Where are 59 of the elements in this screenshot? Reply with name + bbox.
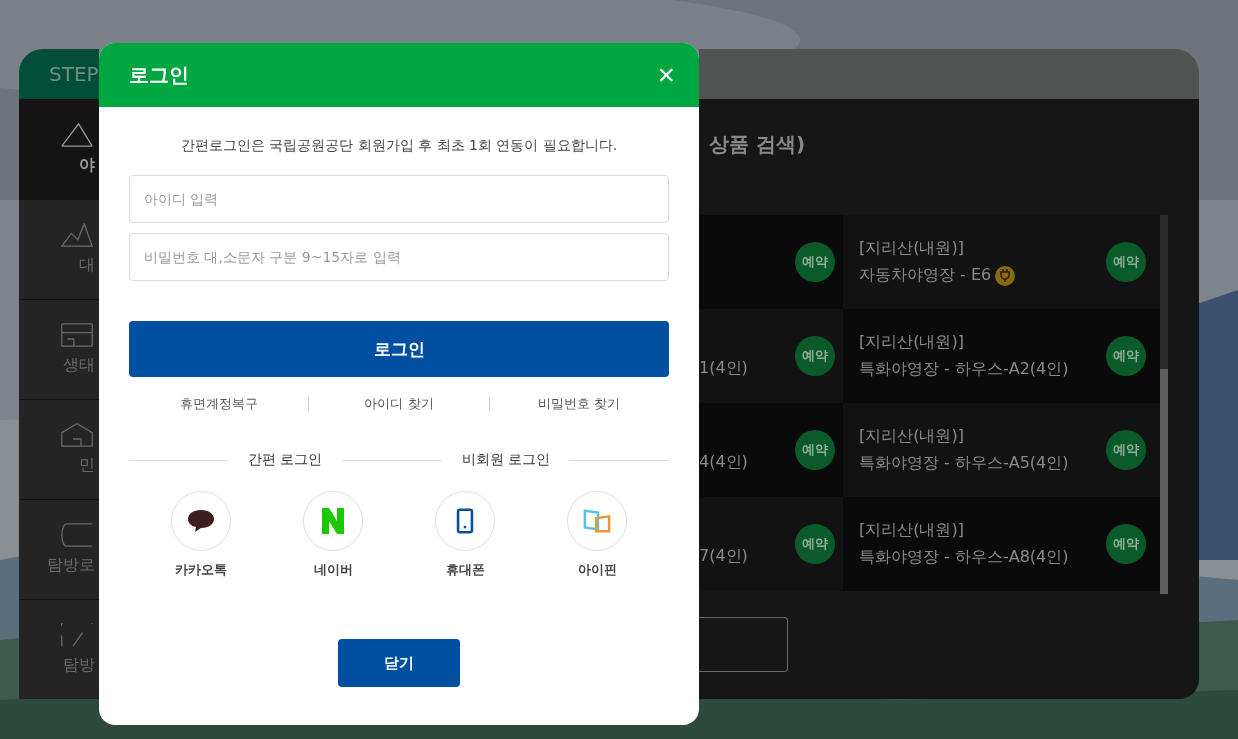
reserve-button[interactable]: 예약 bbox=[795, 524, 835, 564]
park-name: [지리산(내원)] bbox=[859, 238, 965, 259]
park-name: [지리산(내원)] bbox=[859, 426, 965, 447]
window-pair-icon bbox=[583, 508, 611, 534]
reserve-button[interactable]: 예약 bbox=[795, 430, 835, 470]
scrollbar[interactable] bbox=[1160, 215, 1168, 594]
site-name: 1(4인) bbox=[699, 358, 748, 379]
dialog-title: 로그인 bbox=[129, 61, 189, 89]
house-icon bbox=[61, 423, 93, 447]
account-link[interactable]: 아이디 찾기 bbox=[309, 395, 489, 413]
trail-icon bbox=[61, 523, 93, 547]
mountain-icon bbox=[61, 223, 93, 247]
outline-button[interactable] bbox=[699, 617, 788, 672]
provider-label: 아이핀 bbox=[577, 561, 617, 579]
provider-label: 휴대폰 bbox=[445, 561, 485, 579]
password-field[interactable]: 비밀번호 대,소문자 구분 9~15자로 입력 bbox=[129, 233, 669, 281]
notice-text: 간편로그인은 국립공원공단 회원가입 후 최초 1회 연동이 필요합니다. bbox=[179, 137, 619, 155]
step-label: STEP bbox=[49, 62, 99, 86]
sidebar-item[interactable]: 야 bbox=[19, 99, 99, 199]
reserve-button[interactable]: 예약 bbox=[795, 336, 835, 376]
sidebar-item[interactable]: 탐방 bbox=[19, 599, 99, 699]
sidebar-label: 야 bbox=[79, 155, 96, 176]
sidebar-label: 탐방로 bbox=[47, 555, 96, 576]
sidebar-item[interactable]: 민 bbox=[19, 399, 99, 499]
sidebar-item[interactable]: 탐방로 bbox=[19, 499, 99, 599]
provider-label: 카카오톡 bbox=[175, 561, 227, 579]
n-letter-icon bbox=[319, 508, 347, 534]
site-name: 7(4인) bbox=[699, 546, 748, 567]
sidebar-label: 생태 bbox=[63, 355, 96, 376]
sidebar-item[interactable]: 대 bbox=[19, 199, 99, 299]
account-link[interactable]: 비밀번호 찾기 bbox=[489, 395, 669, 413]
speech-bubble-icon bbox=[187, 508, 215, 534]
site-name: 4(4인) bbox=[699, 452, 748, 473]
sidebar-label: 탐방 bbox=[63, 655, 96, 676]
section-label: 비회원 로그인 bbox=[461, 451, 550, 469]
reserve-button[interactable]: 예약 bbox=[1106, 336, 1146, 376]
reserve-button[interactable]: 예약 bbox=[1106, 430, 1146, 470]
park-name: [지리산(내원)] bbox=[859, 332, 965, 353]
park-name: [지리산(내원)] bbox=[859, 520, 965, 541]
section-label: 간편 로그인 bbox=[248, 451, 323, 469]
section-title: 상품 검색) bbox=[708, 131, 807, 158]
close-button[interactable]: × bbox=[657, 60, 675, 90]
provider-label: 네이버 bbox=[313, 561, 353, 579]
id-field[interactable]: 아이디 입력 bbox=[129, 175, 669, 223]
close-dialog-button[interactable]: 닫기 bbox=[338, 639, 460, 687]
site-name: 특화야영장 - 하우스-A5(4인) bbox=[859, 453, 1069, 474]
site-name: 특화야영장 - 하우스-A8(4인) bbox=[859, 547, 1069, 568]
site-name: 특화야영장 - 하우스-A2(4인) bbox=[859, 359, 1069, 380]
reserve-button[interactable]: 예약 bbox=[1106, 524, 1146, 564]
sidebar-label: 민 bbox=[79, 455, 96, 476]
login-button[interactable]: 로그인 bbox=[129, 321, 669, 377]
account-link[interactable]: 휴면계정복구 bbox=[129, 395, 309, 413]
site-name: 자동차야영장 - E6 bbox=[859, 265, 992, 286]
sidebar-label: 대 bbox=[79, 255, 96, 276]
cabin-icon bbox=[61, 323, 93, 347]
reserve-button[interactable]: 예약 bbox=[795, 242, 835, 282]
sidebar-item[interactable]: 생태 bbox=[19, 299, 99, 399]
reserve-button[interactable]: 예약 bbox=[1106, 242, 1146, 282]
tent-icon bbox=[61, 123, 93, 147]
